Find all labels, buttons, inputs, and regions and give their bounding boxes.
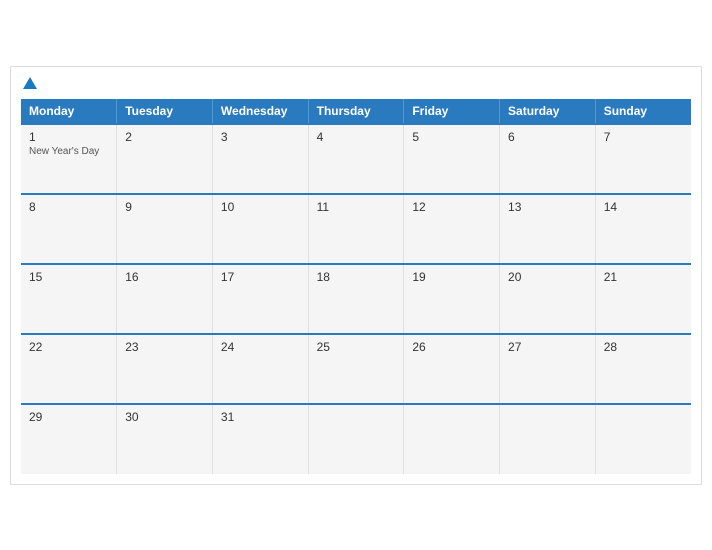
day-number: 15 <box>29 270 108 284</box>
day-number: 3 <box>221 130 300 144</box>
calendar-day-cell: 19 <box>404 264 500 334</box>
calendar-day-cell: 17 <box>212 264 308 334</box>
day-number: 27 <box>508 340 587 354</box>
calendar-day-cell: 14 <box>595 194 691 264</box>
calendar-container: MondayTuesdayWednesdayThursdayFridaySatu… <box>10 66 702 485</box>
calendar-day-cell: 7 <box>595 124 691 194</box>
calendar-day-cell: 6 <box>500 124 596 194</box>
day-number: 13 <box>508 200 587 214</box>
day-number: 9 <box>125 200 204 214</box>
calendar-day-cell: 21 <box>595 264 691 334</box>
day-number: 28 <box>604 340 683 354</box>
day-number: 12 <box>412 200 491 214</box>
calendar-table: MondayTuesdayWednesdayThursdayFridaySatu… <box>21 99 691 474</box>
calendar-day-cell: 20 <box>500 264 596 334</box>
day-header-thursday: Thursday <box>308 99 404 124</box>
calendar-day-cell: 30 <box>117 404 213 474</box>
calendar-week-row: 15 16 17 18 19 20 21 <box>21 264 691 334</box>
day-number: 19 <box>412 270 491 284</box>
calendar-day-cell: 1 New Year's Day <box>21 124 117 194</box>
day-event: New Year's Day <box>29 146 108 157</box>
day-number: 8 <box>29 200 108 214</box>
calendar-day-cell: 3 <box>212 124 308 194</box>
calendar-day-cell <box>595 404 691 474</box>
day-header-monday: Monday <box>21 99 117 124</box>
calendar-day-cell: 11 <box>308 194 404 264</box>
day-header-wednesday: Wednesday <box>212 99 308 124</box>
day-number: 20 <box>508 270 587 284</box>
calendar-day-cell: 24 <box>212 334 308 404</box>
day-header-saturday: Saturday <box>500 99 596 124</box>
day-number: 29 <box>29 410 108 424</box>
calendar-day-cell: 12 <box>404 194 500 264</box>
day-number: 5 <box>412 130 491 144</box>
calendar-day-cell <box>500 404 596 474</box>
day-number: 14 <box>604 200 683 214</box>
calendar-thead: MondayTuesdayWednesdayThursdayFridaySatu… <box>21 99 691 124</box>
day-number: 10 <box>221 200 300 214</box>
calendar-day-cell: 10 <box>212 194 308 264</box>
day-number: 2 <box>125 130 204 144</box>
calendar-day-cell: 25 <box>308 334 404 404</box>
day-number: 22 <box>29 340 108 354</box>
logo-blue-row <box>21 77 37 89</box>
day-number: 30 <box>125 410 204 424</box>
day-number: 23 <box>125 340 204 354</box>
calendar-day-cell <box>404 404 500 474</box>
day-number: 11 <box>317 200 396 214</box>
calendar-day-cell: 13 <box>500 194 596 264</box>
calendar-tbody: 1New Year's Day2345678910111213141516171… <box>21 124 691 474</box>
day-number: 26 <box>412 340 491 354</box>
calendar-day-cell: 28 <box>595 334 691 404</box>
day-number: 17 <box>221 270 300 284</box>
calendar-week-row: 22 23 24 25 26 27 28 <box>21 334 691 404</box>
day-number: 1 <box>29 130 108 144</box>
calendar-header-row: MondayTuesdayWednesdayThursdayFridaySatu… <box>21 99 691 124</box>
day-number: 31 <box>221 410 300 424</box>
day-header-sunday: Sunday <box>595 99 691 124</box>
calendar-day-cell: 5 <box>404 124 500 194</box>
day-header-tuesday: Tuesday <box>117 99 213 124</box>
day-header-friday: Friday <box>404 99 500 124</box>
calendar-week-row: 29 30 31 <box>21 404 691 474</box>
calendar-day-cell: 22 <box>21 334 117 404</box>
day-number: 21 <box>604 270 683 284</box>
day-number: 7 <box>604 130 683 144</box>
calendar-day-cell: 9 <box>117 194 213 264</box>
day-number: 18 <box>317 270 396 284</box>
calendar-day-cell: 26 <box>404 334 500 404</box>
day-number: 16 <box>125 270 204 284</box>
calendar-day-cell: 15 <box>21 264 117 334</box>
calendar-day-cell: 8 <box>21 194 117 264</box>
calendar-day-cell: 29 <box>21 404 117 474</box>
day-number: 4 <box>317 130 396 144</box>
logo-triangle-icon <box>23 77 37 89</box>
calendar-day-cell: 27 <box>500 334 596 404</box>
day-number: 6 <box>508 130 587 144</box>
calendar-day-cell: 4 <box>308 124 404 194</box>
calendar-day-cell: 18 <box>308 264 404 334</box>
day-number: 24 <box>221 340 300 354</box>
calendar-day-cell: 23 <box>117 334 213 404</box>
day-number: 25 <box>317 340 396 354</box>
calendar-header <box>21 77 691 89</box>
calendar-week-row: 1 New Year's Day 2 3 4 5 6 7 <box>21 124 691 194</box>
calendar-day-cell: 16 <box>117 264 213 334</box>
calendar-day-cell: 31 <box>212 404 308 474</box>
calendar-day-cell: 2 <box>117 124 213 194</box>
logo <box>21 77 37 89</box>
calendar-week-row: 8 9 10 11 12 13 14 <box>21 194 691 264</box>
calendar-day-cell <box>308 404 404 474</box>
